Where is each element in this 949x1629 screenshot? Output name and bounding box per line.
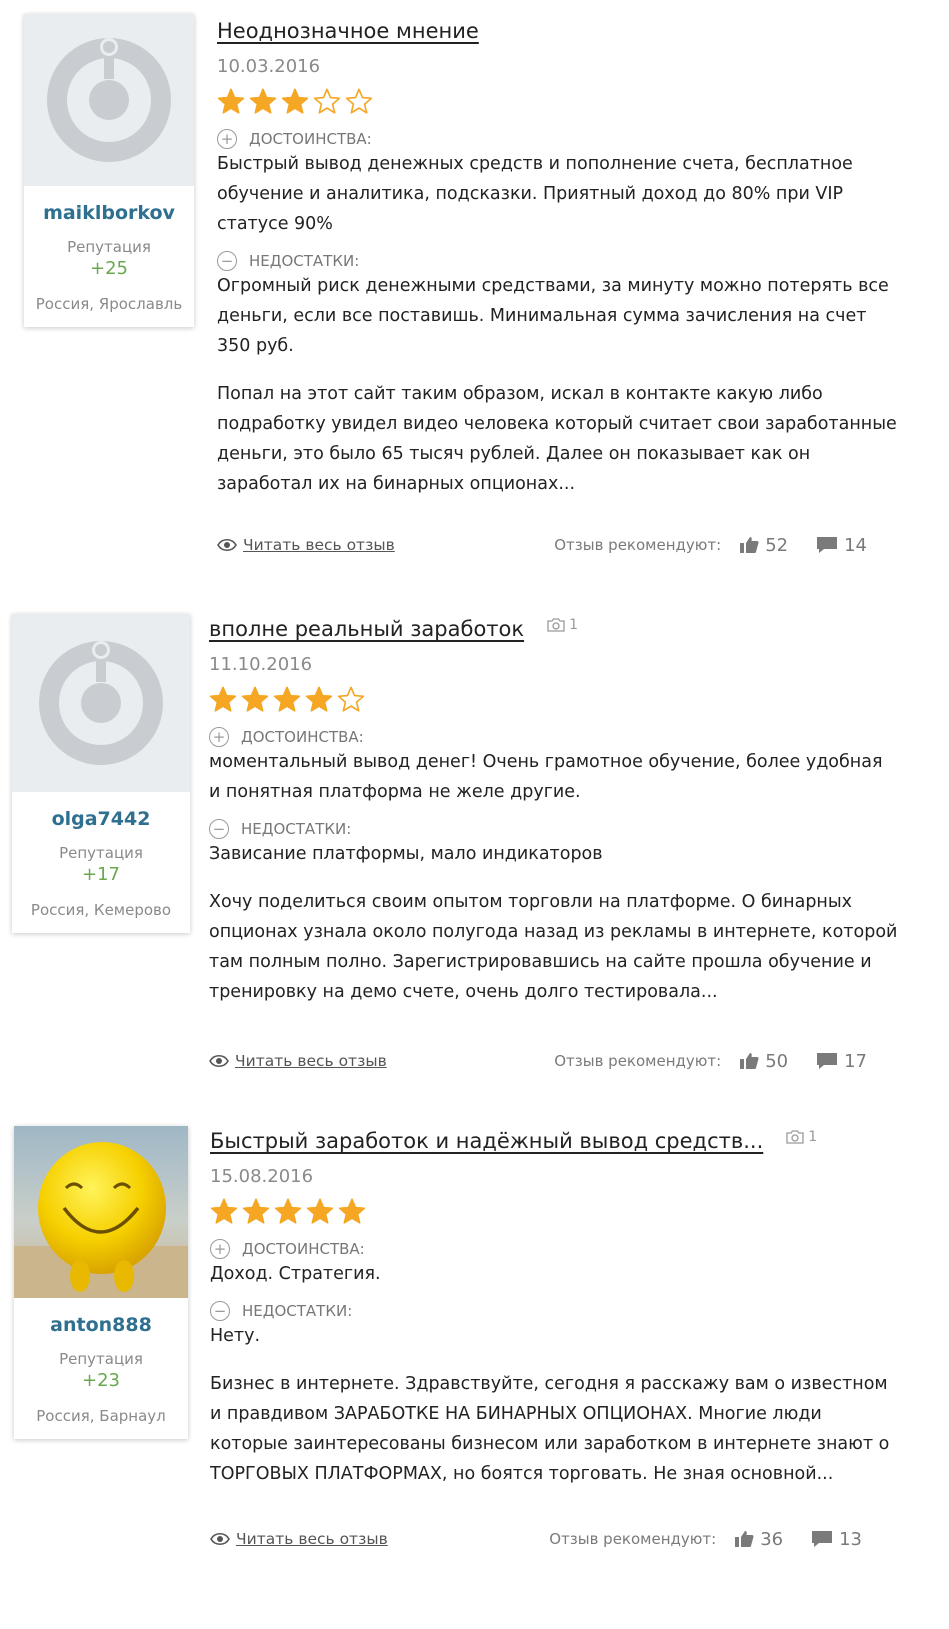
star-filled-icon bbox=[305, 686, 333, 712]
comments-count[interactable]: 13 bbox=[811, 1529, 862, 1550]
avatar[interactable] bbox=[14, 1126, 188, 1298]
star-filled-icon bbox=[273, 686, 301, 712]
username[interactable]: maiklborkov bbox=[24, 202, 194, 224]
reputation-value: +17 bbox=[82, 864, 120, 885]
star-filled-icon bbox=[274, 1198, 302, 1224]
reputation-value: +23 bbox=[82, 1370, 120, 1391]
review-footer: Читать весь отзыв Отзыв рекомендуют: 50 … bbox=[209, 1051, 867, 1072]
comments-count[interactable]: 14 bbox=[816, 535, 867, 556]
cons-heading: − НЕДОСТАТКИ: bbox=[209, 819, 899, 839]
rating-stars bbox=[210, 1197, 900, 1227]
review-text: Хочу поделиться своим опытом торговли на… bbox=[209, 892, 898, 1002]
thumbs-up-icon bbox=[740, 1053, 759, 1069]
pros-text: Доход. Стратегия. bbox=[210, 1264, 381, 1284]
star-filled-icon bbox=[209, 686, 237, 712]
username[interactable]: anton888 bbox=[14, 1314, 188, 1336]
avatar[interactable] bbox=[24, 14, 194, 186]
star-filled-icon bbox=[338, 1198, 366, 1224]
review-content: вполне реальный заработок 1 11.10.2016 +… bbox=[209, 614, 899, 1007]
cons-text: Огромный риск денежными средствами, за м… bbox=[217, 276, 889, 356]
read-full-review-link[interactable]: Читать весь отзыв bbox=[209, 1052, 387, 1070]
recommend-label: Отзыв рекомендуют: bbox=[549, 1530, 717, 1548]
review-content: Быстрый заработок и надёжный вывод средс… bbox=[210, 1126, 900, 1489]
likes-count[interactable]: 36 bbox=[734, 1529, 783, 1550]
avatar[interactable] bbox=[12, 614, 190, 792]
rating-stars bbox=[217, 87, 897, 117]
photo-count[interactable]: 1 bbox=[546, 617, 578, 633]
read-full-review-link[interactable]: Читать весь отзыв bbox=[210, 1530, 388, 1548]
plus-icon: + bbox=[210, 1239, 230, 1259]
plus-icon: + bbox=[217, 129, 237, 149]
reputation-label: Репутация bbox=[59, 844, 143, 862]
user-card: olga7442 Репутация +17 Россия, Кемерово bbox=[12, 614, 190, 933]
reputation-label: Репутация bbox=[59, 1350, 143, 1368]
star-filled-icon bbox=[281, 88, 309, 114]
review-date: 15.08.2016 bbox=[210, 1166, 314, 1187]
star-filled-icon bbox=[217, 88, 245, 114]
user-card: maiklborkov Репутация +25 Россия, Яросла… bbox=[24, 14, 194, 327]
star-empty-icon bbox=[313, 88, 341, 114]
photo-count[interactable]: 1 bbox=[785, 1129, 817, 1145]
review-title[interactable]: Быстрый заработок и надёжный вывод средс… bbox=[210, 1129, 763, 1153]
star-filled-icon bbox=[306, 1198, 334, 1224]
eye-icon bbox=[217, 538, 237, 552]
review-text: Попал на этот сайт таким образом, искал … bbox=[217, 384, 897, 494]
star-filled-icon bbox=[249, 88, 277, 114]
likes-count[interactable]: 50 bbox=[739, 1051, 788, 1072]
pros-heading: + ДОСТОИНСТВА: bbox=[217, 129, 897, 149]
smiley-photo bbox=[14, 1126, 188, 1298]
review-date: 10.03.2016 bbox=[217, 56, 321, 77]
cons-text: Нету. bbox=[210, 1326, 261, 1346]
star-filled-icon bbox=[241, 686, 269, 712]
review-date: 11.10.2016 bbox=[209, 654, 313, 675]
camera-icon bbox=[786, 1130, 804, 1144]
default-avatar-icon bbox=[39, 641, 163, 765]
cons-heading: − НЕДОСТАТКИ: bbox=[217, 251, 897, 271]
recommend-label: Отзыв рекомендуют: bbox=[554, 1052, 722, 1070]
reputation-value: +25 bbox=[90, 258, 128, 279]
star-empty-icon bbox=[345, 88, 373, 114]
eye-icon bbox=[209, 1054, 229, 1068]
pros-text: Быстрый вывод денежных средств и пополне… bbox=[217, 154, 853, 234]
star-empty-icon bbox=[337, 686, 365, 712]
camera-icon bbox=[547, 618, 565, 632]
plus-icon: + bbox=[209, 727, 229, 747]
recommend-label: Отзыв рекомендуют: bbox=[554, 536, 722, 554]
review-footer: Читать весь отзыв Отзыв рекомендуют: 52 … bbox=[217, 535, 867, 556]
user-location: Россия, Кемерово bbox=[30, 901, 172, 919]
review-text: Бизнес в интернете. Здравствуйте, сегодн… bbox=[210, 1374, 890, 1484]
user-location: Россия, Ярославль bbox=[35, 295, 183, 313]
default-avatar-icon bbox=[47, 38, 171, 162]
minus-icon: − bbox=[209, 819, 229, 839]
minus-icon: − bbox=[210, 1301, 230, 1321]
review-title[interactable]: Неоднозначное мнение bbox=[217, 19, 479, 43]
likes-count[interactable]: 52 bbox=[739, 535, 788, 556]
star-filled-icon bbox=[242, 1198, 270, 1224]
comment-icon bbox=[817, 1053, 838, 1069]
cons-text: Зависание платформы, мало индикаторов bbox=[209, 844, 603, 864]
pros-heading: + ДОСТОИНСТВА: bbox=[210, 1239, 900, 1259]
cons-heading: − НЕДОСТАТКИ: bbox=[210, 1301, 900, 1321]
comment-icon bbox=[812, 1531, 833, 1547]
user-location: Россия, Барнаул bbox=[36, 1407, 166, 1425]
comments-count[interactable]: 17 bbox=[816, 1051, 867, 1072]
pros-heading: + ДОСТОИНСТВА: bbox=[209, 727, 899, 747]
thumbs-up-icon bbox=[735, 1531, 754, 1547]
read-full-review-link[interactable]: Читать весь отзыв bbox=[217, 536, 395, 554]
minus-icon: − bbox=[217, 251, 237, 271]
rating-stars bbox=[209, 685, 899, 715]
star-filled-icon bbox=[210, 1198, 238, 1224]
thumbs-up-icon bbox=[740, 537, 759, 553]
review-footer: Читать весь отзыв Отзыв рекомендуют: 36 … bbox=[210, 1529, 862, 1550]
username[interactable]: olga7442 bbox=[12, 808, 190, 830]
comment-icon bbox=[817, 537, 838, 553]
eye-icon bbox=[210, 1532, 230, 1546]
reputation-label: Репутация bbox=[67, 238, 151, 256]
user-card: anton888 Репутация +23 Россия, Барнаул bbox=[14, 1126, 188, 1439]
review-content: Неоднозначное мнение 10.03.2016 + ДОСТОИ… bbox=[217, 16, 897, 499]
review-title[interactable]: вполне реальный заработок bbox=[209, 617, 524, 641]
pros-text: моментальный вывод денег! Очень грамотно… bbox=[209, 752, 883, 802]
